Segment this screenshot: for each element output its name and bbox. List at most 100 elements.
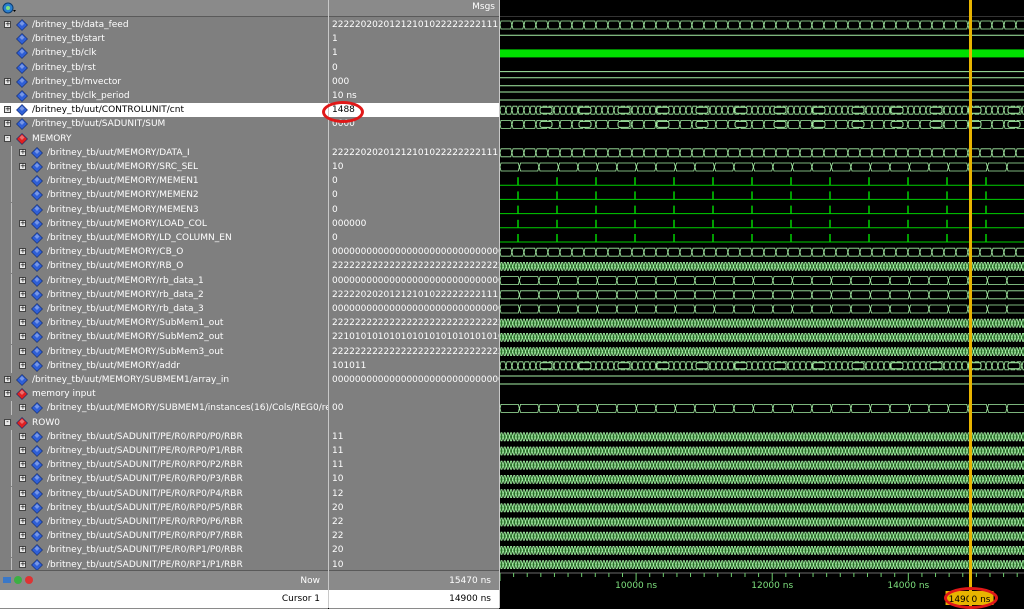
signal-value-row[interactable]: 0	[329, 174, 499, 188]
signal-values-pane[interactable]: 2222202020121210102222222211111 1 1 0 000 10 …	[329, 0, 499, 570]
waveform-trace[interactable]	[500, 219, 1024, 229]
signal-row[interactable]: + /britney_tb/uut/SADUNIT/PE/R0/RP1/P0/RB…	[0, 543, 328, 558]
signal-value-row[interactable]: 10	[329, 160, 499, 174]
expand-icon[interactable]: +	[19, 276, 26, 284]
expand-icon[interactable]: +	[19, 503, 26, 511]
collapse-icon[interactable]: -	[4, 418, 11, 426]
waveform-trace[interactable]	[500, 162, 1024, 172]
waveform-trace[interactable]	[500, 361, 1024, 371]
signal-value-row[interactable]: 11	[329, 444, 499, 458]
waveform-trace[interactable]	[500, 446, 1024, 456]
expand-icon[interactable]: +	[19, 347, 26, 355]
signal-row[interactable]: /britney_tb/start	[0, 32, 328, 46]
signal-row[interactable]: + /britney_tb/uut/MEMORY/SRC_SEL	[0, 160, 328, 174]
signal-row[interactable]: + /britney_tb/uut/SADUNIT/PE/R0/RP0/P3/RB…	[0, 472, 328, 487]
waveform-pane[interactable]	[500, 0, 1024, 570]
signal-value-row[interactable]: 2222222222222222222222222222222	[329, 259, 499, 273]
expand-icon[interactable]: +	[19, 148, 26, 156]
signal-value-row[interactable]: 2222222222222222222222222222222	[329, 316, 499, 330]
signal-value-row[interactable]	[329, 132, 499, 146]
expand-icon[interactable]: +	[19, 461, 26, 469]
waveform-trace[interactable]	[500, 177, 1024, 186]
expand-icon[interactable]: +	[19, 404, 26, 412]
signal-row[interactable]: + /britney_tb/uut/MEMORY/rb_data_1	[0, 273, 328, 288]
waveform-trace[interactable]	[500, 77, 1024, 87]
signal-value-row[interactable]: 0	[329, 203, 499, 217]
waveform-trace[interactable]	[500, 304, 1024, 314]
waveform-trace[interactable]	[500, 262, 1024, 271]
signal-row[interactable]: + /britney_tb/uut/MEMORY/addr	[0, 358, 328, 373]
signal-row[interactable]: + /britney_tb/mvector	[0, 75, 328, 89]
signal-value-row[interactable]: 00	[329, 401, 499, 415]
signal-value-row[interactable]: 2210101010101010101010101010101	[329, 330, 499, 344]
signal-value-row[interactable]: 11	[329, 458, 499, 472]
expand-icon[interactable]: +	[4, 390, 11, 398]
signal-value-row[interactable]: 0	[329, 188, 499, 202]
pane-divider-right[interactable]	[499, 0, 500, 608]
cursor-row[interactable]: Cursor 1	[0, 590, 328, 608]
waveform-trace[interactable]	[500, 290, 1024, 300]
signal-value-row[interactable]: 000000	[329, 217, 499, 231]
signal-value-row[interactable]: 0000000000000000000000000000000	[329, 302, 499, 316]
signal-value-row[interactable]: 0	[329, 231, 499, 245]
signal-value-row[interactable]	[329, 387, 499, 401]
expand-icon[interactable]: +	[19, 319, 26, 327]
expand-icon[interactable]: +	[19, 290, 26, 298]
signal-value-row[interactable]: 0000000000000000000000000000000	[329, 373, 499, 387]
signal-row[interactable]: + /britney_tb/uut/SADUNIT/PE/R0/RP0/P1/RB…	[0, 444, 328, 458]
waveform-trace[interactable]	[500, 247, 1024, 257]
signal-value-row[interactable]	[329, 416, 499, 430]
signal-group-row[interactable]: - MEMORY	[0, 132, 328, 146]
signal-value-row[interactable]: 2222222222222222222222222222222	[329, 345, 499, 359]
expand-icon[interactable]: +	[19, 333, 26, 341]
signal-value-row[interactable]: 2222202020121210102222222211111	[329, 18, 499, 32]
signal-row[interactable]: + /britney_tb/uut/MEMORY/SUBMEM1/instance…	[0, 401, 349, 416]
waveform-trace[interactable]	[500, 531, 1024, 541]
waveform-trace[interactable]	[500, 148, 1024, 158]
signal-value-row[interactable]: 101011	[329, 359, 499, 373]
signal-value-row[interactable]: 1	[329, 32, 499, 46]
signal-value-row[interactable]: 20	[329, 501, 499, 515]
expand-icon[interactable]: +	[19, 560, 26, 568]
pane-divider-left[interactable]	[328, 0, 329, 608]
signal-names-pane[interactable]: + /britney_tb/data_feed/britney_tb/start /…	[0, 0, 349, 572]
signal-row[interactable]: + /britney_tb/uut/SADUNIT/PE/R0/RP0/P7/RB…	[0, 529, 328, 544]
expand-icon[interactable]: +	[19, 219, 26, 227]
signal-row[interactable]: /britney_tb/clk_period	[0, 89, 328, 103]
signal-row[interactable]: + /britney_tb/uut/MEMORY/RB_O	[0, 259, 328, 274]
signal-row[interactable]: /britney_tb/uut/MEMORY/MEMEN3	[0, 202, 328, 217]
signal-group-row[interactable]: - ROW0	[0, 416, 328, 430]
waveform-trace[interactable]	[500, 20, 1024, 30]
signal-value-row[interactable]: 10 ns	[329, 89, 499, 103]
signal-value-row[interactable]: 20	[329, 543, 499, 557]
expand-icon[interactable]: +	[19, 546, 26, 554]
expand-icon[interactable]: +	[19, 262, 26, 270]
signal-row[interactable]: + /britney_tb/uut/MEMORY/SUBMEM1/array_in	[0, 373, 328, 387]
signal-row[interactable]: /britney_tb/clk	[0, 46, 328, 60]
expand-icon[interactable]: +	[19, 532, 26, 540]
signal-row[interactable]: + /britney_tb/uut/MEMORY/CB_O	[0, 245, 328, 260]
waveform-trace[interactable]	[500, 318, 1024, 328]
signal-row[interactable]: /britney_tb/rst	[0, 61, 328, 75]
signal-value-row[interactable]: 0000000000000000000000000000000	[329, 245, 499, 259]
waveform-trace[interactable]	[500, 432, 1024, 442]
expand-icon[interactable]: +	[19, 361, 26, 369]
signal-row[interactable]: + /britney_tb/uut/SADUNIT/PE/R0/RP0/P5/RB…	[0, 500, 328, 515]
signal-value-row[interactable]: 10	[329, 472, 499, 486]
modelsim-logo-icon[interactable]	[2, 1, 16, 15]
signal-value-row[interactable]: 11	[329, 430, 499, 444]
expand-icon[interactable]: +	[19, 518, 26, 525]
cursor-1-line[interactable]	[968, 0, 972, 608]
signal-row[interactable]: + /britney_tb/uut/SADUNIT/PE/R0/RP0/P0/RB…	[0, 429, 328, 444]
signal-row[interactable]: + /britney_tb/uut/MEMORY/DATA_I	[0, 145, 328, 160]
waveform-trace[interactable]	[500, 404, 1024, 413]
signal-value-row[interactable]: 000	[329, 75, 499, 89]
waveform-trace[interactable]	[500, 546, 1024, 555]
expand-icon[interactable]: +	[4, 376, 11, 383]
signal-row[interactable]: + /britney_tb/uut/MEMORY/SubMem2_out	[0, 330, 328, 345]
signal-row[interactable]: /britney_tb/uut/MEMORY/MEMEN1	[0, 174, 328, 189]
signal-row[interactable]: + /britney_tb/uut/SADUNIT/SUM	[0, 117, 328, 131]
waveform-canvas[interactable]	[500, 16, 1024, 570]
expand-icon[interactable]: +	[4, 106, 11, 114]
expand-icon[interactable]: +	[19, 305, 26, 312]
